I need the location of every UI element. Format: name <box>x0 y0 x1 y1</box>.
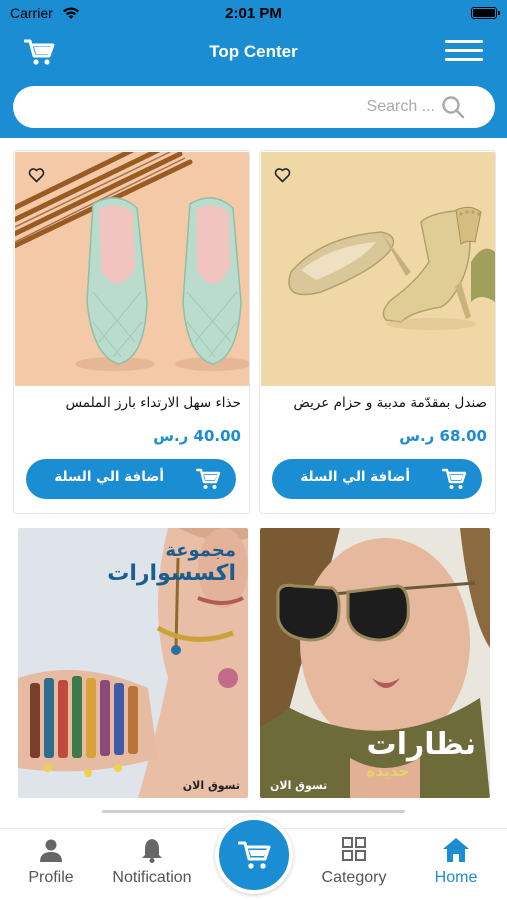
product-card[interactable]: حذاء سهل الارتداء بارز الملمس 40.00 ر.س … <box>13 150 250 514</box>
tab-profile[interactable]: Profile <box>1 837 101 893</box>
tab-label: Profile <box>28 869 74 886</box>
add-to-cart-button[interactable]: أضافة الي السلة <box>26 459 236 499</box>
tab-home[interactable]: Home <box>406 837 506 893</box>
search-bar <box>13 86 495 128</box>
status-bar: Carrier 2:01 PM <box>0 0 507 28</box>
banner-heading-line1: نظارات <box>366 727 476 762</box>
product-name[interactable]: صندل بمقدّمة مدببة و حزام عريض <box>267 395 487 411</box>
top-bar: Carrier 2:01 PM Top Center <box>0 0 507 138</box>
accessories-banner[interactable]: مجموعة اكسسوارات تسوق الان <box>18 528 248 798</box>
bottom-tab-bar: Profile Notification Category Home <box>0 816 507 900</box>
grid-icon <box>342 837 366 861</box>
banner-heading-line2: اكسسوارات <box>107 561 236 586</box>
heart-icon[interactable] <box>28 167 45 183</box>
battery-icon <box>471 7 500 19</box>
add-to-cart-label: أضافة الي السلة <box>300 469 410 485</box>
person-icon <box>40 839 62 862</box>
page-title: Top Center <box>209 42 298 61</box>
shop-now-label[interactable]: تسوق الان <box>183 779 240 792</box>
banner-heading: مجموعة اكسسوارات <box>107 540 236 586</box>
product-image[interactable] <box>261 152 495 386</box>
cart-icon <box>196 468 221 489</box>
product-price: 68.00 ر.س <box>399 427 487 445</box>
cart-icon <box>442 468 467 489</box>
banner-heading: نظارات جديدة <box>367 727 476 780</box>
banner-heading-line1: مجموعة <box>165 540 236 561</box>
menu-line <box>445 40 483 43</box>
tab-label: Home <box>434 869 478 886</box>
home-icon <box>443 838 469 862</box>
heart-icon[interactable] <box>274 167 291 183</box>
banner-heading-line2: جديدة <box>366 762 410 780</box>
shop-now-label[interactable]: تسوق الان <box>270 779 327 792</box>
menu-line <box>445 49 483 52</box>
menu-line <box>445 58 483 61</box>
add-to-cart-label: أضافة الي السلة <box>54 469 164 485</box>
product-price: 40.00 ر.س <box>153 427 241 445</box>
clock: 2:01 PM <box>225 5 282 22</box>
hamburger-menu-button[interactable] <box>445 40 483 64</box>
bell-icon <box>142 839 162 863</box>
cart-icon <box>238 841 271 869</box>
product-feed[interactable]: حذاء سهل الارتداء بارز الملمس 40.00 ر.س … <box>0 138 507 828</box>
product-image[interactable] <box>15 152 249 386</box>
product-name[interactable]: حذاء سهل الارتداء بارز الملمس <box>21 395 241 411</box>
tab-notification[interactable]: Notification <box>102 837 202 893</box>
product-card[interactable]: صندل بمقدّمة مدببة و حزام عريض 68.00 ر.س… <box>259 150 496 514</box>
app-header: Top Center <box>0 28 507 78</box>
scroll-indicator <box>102 810 405 813</box>
search-icon[interactable] <box>441 95 465 119</box>
tab-label: Category <box>321 869 387 886</box>
search-input[interactable] <box>33 86 435 128</box>
cart-fab-button[interactable] <box>215 816 293 894</box>
sunglasses-banner[interactable]: نظارات جديدة تسوق الان <box>260 528 490 798</box>
add-to-cart-button[interactable]: أضافة الي السلة <box>272 459 482 499</box>
tab-category[interactable]: Category <box>304 837 404 893</box>
tab-label: Notification <box>112 869 192 886</box>
